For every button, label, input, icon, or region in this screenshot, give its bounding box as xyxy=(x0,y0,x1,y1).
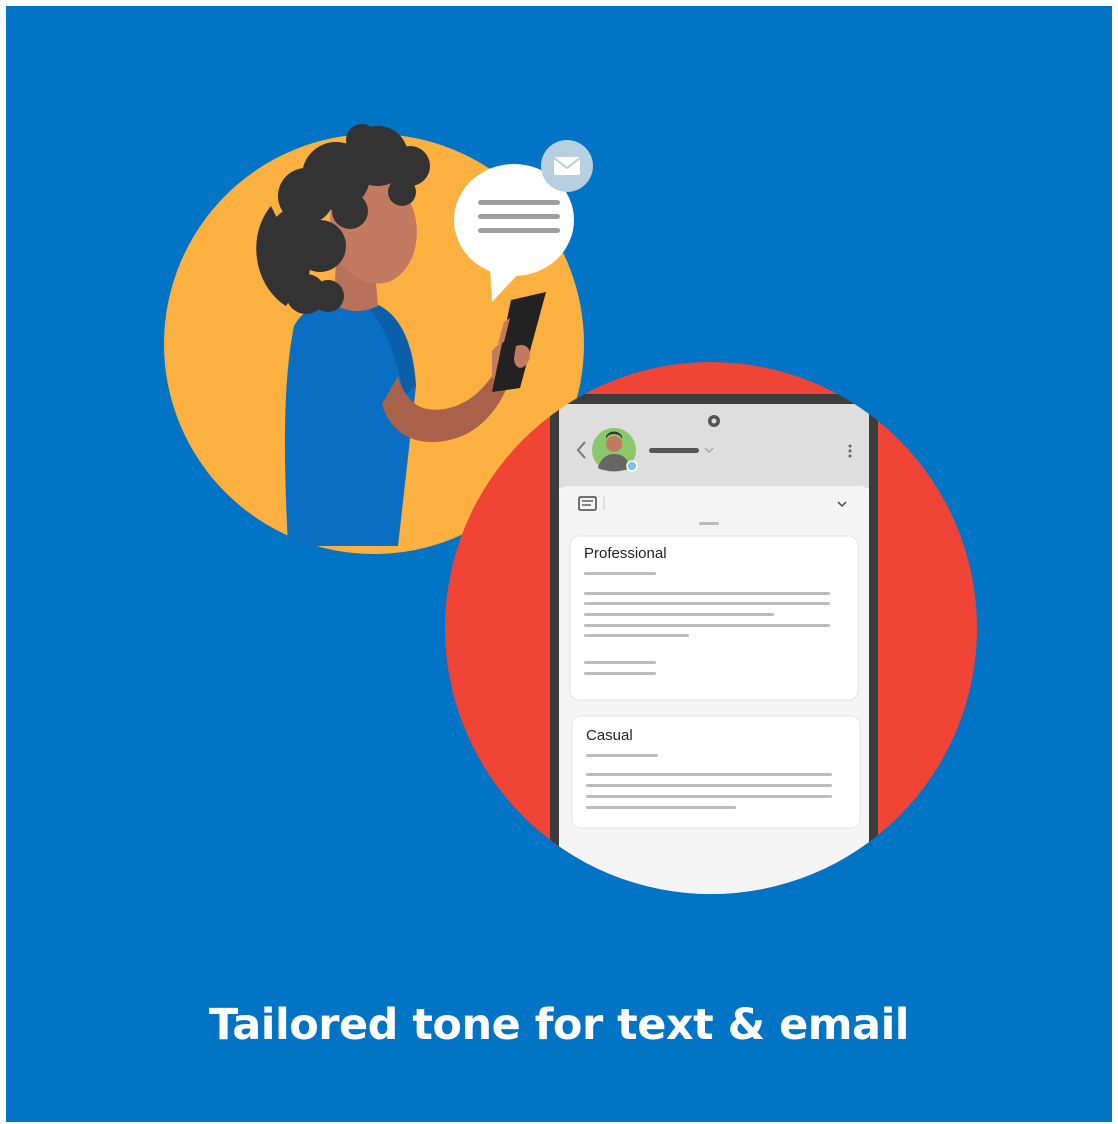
smartphone-mockup: Professional Casual xyxy=(550,394,878,894)
more-vertical-icon xyxy=(848,444,852,458)
tone-option-casual[interactable]: Casual xyxy=(571,715,861,829)
option-label: Professional xyxy=(584,545,667,562)
contact-name xyxy=(649,448,699,453)
option-label: Casual xyxy=(586,727,633,744)
envelope-icon xyxy=(541,140,593,192)
illustration: Professional Casual xyxy=(164,124,977,894)
illustration-frame: Professional Casual Tailored tone for te… xyxy=(6,6,1112,1122)
tone-option-professional[interactable]: Professional xyxy=(569,535,859,701)
bubble-text-line xyxy=(478,228,560,233)
caption-headline: Tailored tone for text & email xyxy=(208,1000,910,1050)
bubble-text-line xyxy=(478,200,560,205)
bubble-text-line xyxy=(478,214,560,219)
drag-handle xyxy=(699,522,719,525)
